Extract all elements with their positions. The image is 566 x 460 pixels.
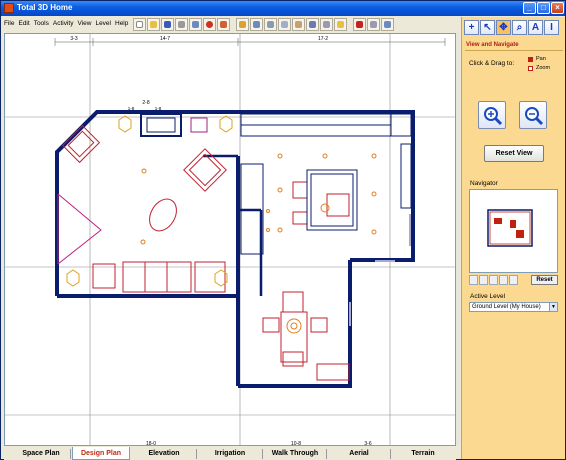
tab-design-plan[interactable]: Design Plan [72, 447, 130, 460]
menu-bar: File Edit Tools Activity View Level Help [1, 16, 133, 30]
walls [55, 110, 415, 388]
print-icon[interactable] [175, 17, 188, 31]
close-button[interactable]: × [551, 2, 564, 14]
door [57, 193, 102, 265]
main-toolbar [133, 16, 457, 32]
navigate-tool-icon[interactable]: ✥ [496, 20, 511, 35]
app-window: Total 3D Home _ □ × File Edit Tools Acti… [0, 0, 566, 460]
pointer-help-icon[interactable] [217, 17, 230, 31]
dim-bottom-3: 3-6 [364, 441, 371, 446]
title-bar[interactable]: Total 3D Home _ □ × [1, 1, 565, 16]
zoom-in-button[interactable] [478, 101, 506, 129]
roofs-icon[interactable] [334, 17, 347, 31]
design-canvas[interactable]: 3-3 14-7 17-2 2-8 1-8 1-8 18-0 10-8 3-6 [4, 33, 456, 446]
walls-icon[interactable] [250, 17, 263, 31]
zoom-tool-icon[interactable]: ⌕ [512, 20, 527, 35]
select-tool-icon[interactable]: ↖ [480, 20, 495, 35]
navigator-preview[interactable] [469, 189, 558, 273]
maximize-button[interactable]: □ [537, 2, 550, 14]
navigator-toolbar: Reset [469, 275, 558, 286]
doors-icon[interactable] [264, 17, 277, 31]
divider [465, 50, 563, 51]
tab-walk-through[interactable]: Walk Through [264, 447, 326, 460]
help-icon[interactable] [203, 17, 216, 31]
plants [66, 115, 233, 287]
save-icon[interactable] [161, 17, 174, 31]
window-title: Total 3D Home [17, 3, 73, 12]
lights-icon[interactable] [353, 17, 366, 31]
dim-small-1: 2-8 [142, 100, 149, 106]
navigator-reset-button[interactable]: Reset [531, 275, 558, 285]
zoom-radio[interactable] [528, 66, 533, 71]
3d-icon[interactable] [381, 17, 394, 31]
tab-aerial[interactable]: Aerial [328, 447, 390, 460]
new-icon[interactable] [133, 17, 146, 31]
dim-top-1: 3-3 [70, 36, 77, 42]
materials-icon[interactable] [306, 17, 319, 31]
appliances-icon[interactable] [320, 17, 333, 31]
zoom-out-button[interactable] [519, 101, 547, 129]
ceiling-lights [140, 153, 377, 334]
menu-view[interactable]: View [77, 20, 91, 27]
open-icon[interactable] [147, 17, 160, 31]
catalog-icon[interactable] [236, 17, 249, 31]
pan-radio[interactable] [528, 57, 533, 62]
panel-title: View and Navigate [466, 42, 519, 48]
furniture [61, 117, 350, 381]
tab-terrain[interactable]: Terrain [392, 447, 454, 460]
nav-pan-icon[interactable] [469, 275, 478, 285]
dimension-lines-top [54, 38, 446, 46]
chevron-down-icon[interactable]: ▼ [549, 303, 557, 311]
dim-top-3: 17-2 [318, 36, 328, 42]
add-tool-icon[interactable]: + [464, 20, 479, 35]
grid [5, 34, 455, 445]
menu-activity[interactable]: Activity [53, 20, 74, 27]
nav-hand-icon[interactable] [479, 275, 488, 285]
reset-view-button[interactable]: Reset View [484, 145, 544, 162]
active-level-value: Ground Level (My House) [472, 304, 541, 310]
vertical-scrollbar[interactable] [456, 33, 460, 446]
minimize-button[interactable]: _ [523, 2, 536, 14]
windows [349, 214, 411, 326]
active-level-label: Active Level [470, 293, 506, 300]
zoom-label: Zoom [536, 65, 551, 71]
menu-tools[interactable]: Tools [34, 20, 49, 27]
text-tool-icon[interactable]: A [528, 20, 543, 35]
menu-file[interactable]: File [4, 20, 14, 27]
dim-bottom-2: 10-8 [291, 441, 301, 446]
dim-top-2: 14-7 [160, 36, 170, 42]
menu-edit[interactable]: Edit [18, 20, 29, 27]
app-logo-icon [4, 3, 14, 13]
click-drag-label: Click & Drag to: [469, 60, 515, 67]
active-level-select[interactable]: Ground Level (My House) ▼ [469, 302, 558, 312]
dim-bottom-1: 18-0 [146, 441, 156, 446]
nav-zoom-out-icon[interactable] [509, 275, 518, 285]
tab-elevation[interactable]: Elevation [132, 447, 196, 460]
furniture-icon[interactable] [292, 17, 305, 31]
info-tool-icon[interactable]: I [544, 20, 559, 35]
menu-level[interactable]: Level [95, 20, 111, 27]
navigator-label: Navigator [470, 180, 498, 187]
pan-label: Pan [536, 56, 546, 62]
panel-toolbar: + ↖ ✥ ⌕ A I [464, 20, 564, 36]
text-icon[interactable] [367, 17, 380, 31]
view-tabs: Space Plan Design Plan Elevation Irrigat… [4, 447, 456, 460]
interior-wall [203, 154, 263, 296]
tab-irrigation[interactable]: Irrigation [198, 447, 262, 460]
windows-icon[interactable] [278, 17, 291, 31]
navigation-panel: + ↖ ✥ ⌕ A I View and Navigate Click & Dr… [461, 17, 565, 459]
zoom-out-icon [525, 107, 544, 126]
menu-help[interactable]: Help [115, 20, 128, 27]
undo-icon[interactable] [189, 17, 202, 31]
kitchen [140, 113, 412, 255]
nav-move-icon[interactable] [489, 275, 498, 285]
tab-space-plan[interactable]: Space Plan [12, 447, 70, 460]
nav-zoom-in-icon[interactable] [499, 275, 508, 285]
zoom-in-icon [484, 107, 503, 126]
